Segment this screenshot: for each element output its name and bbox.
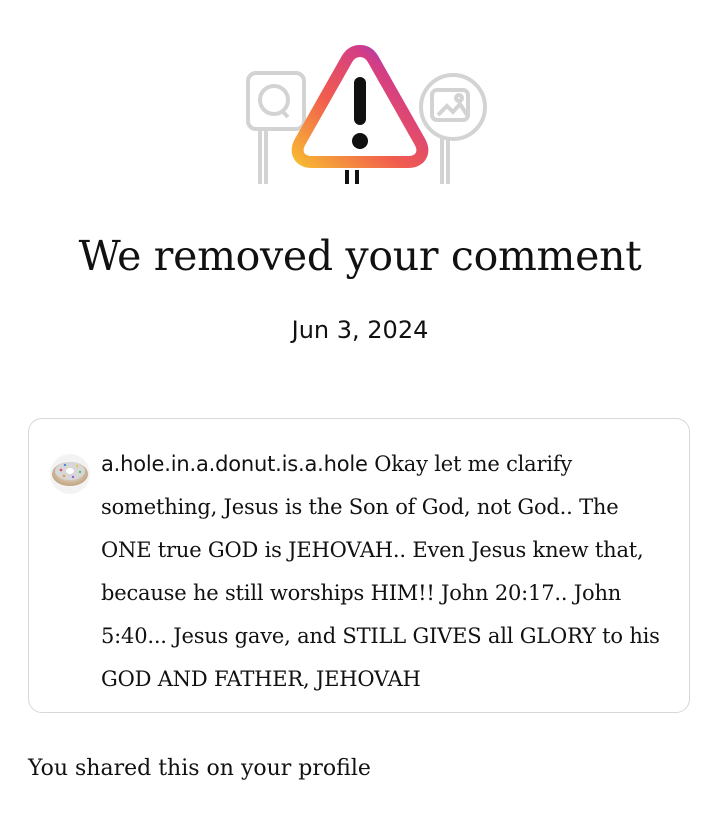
donut-avatar-icon <box>49 453 91 495</box>
page-title: We removed your comment <box>78 232 642 280</box>
shared-profile-text: You shared this on your profile <box>28 756 371 781</box>
image-sign-icon <box>419 73 487 184</box>
removed-comment-illustration <box>0 40 720 200</box>
removed-comment-card: a.hole.in.a.donut.is.a.hole Okay let me … <box>28 418 690 713</box>
comment-text: a.hole.in.a.donut.is.a.hole Okay let me … <box>101 443 671 701</box>
removal-date: Jun 3, 2024 <box>291 316 429 344</box>
comment-sign-icon <box>246 71 306 184</box>
warning-triangle-icon <box>246 45 487 184</box>
comment-username: a.hole.in.a.donut.is.a.hole <box>101 452 368 476</box>
comment-body: Okay let me clarify something, Jesus is … <box>101 452 660 691</box>
warning-triangle-icon <box>291 45 429 184</box>
